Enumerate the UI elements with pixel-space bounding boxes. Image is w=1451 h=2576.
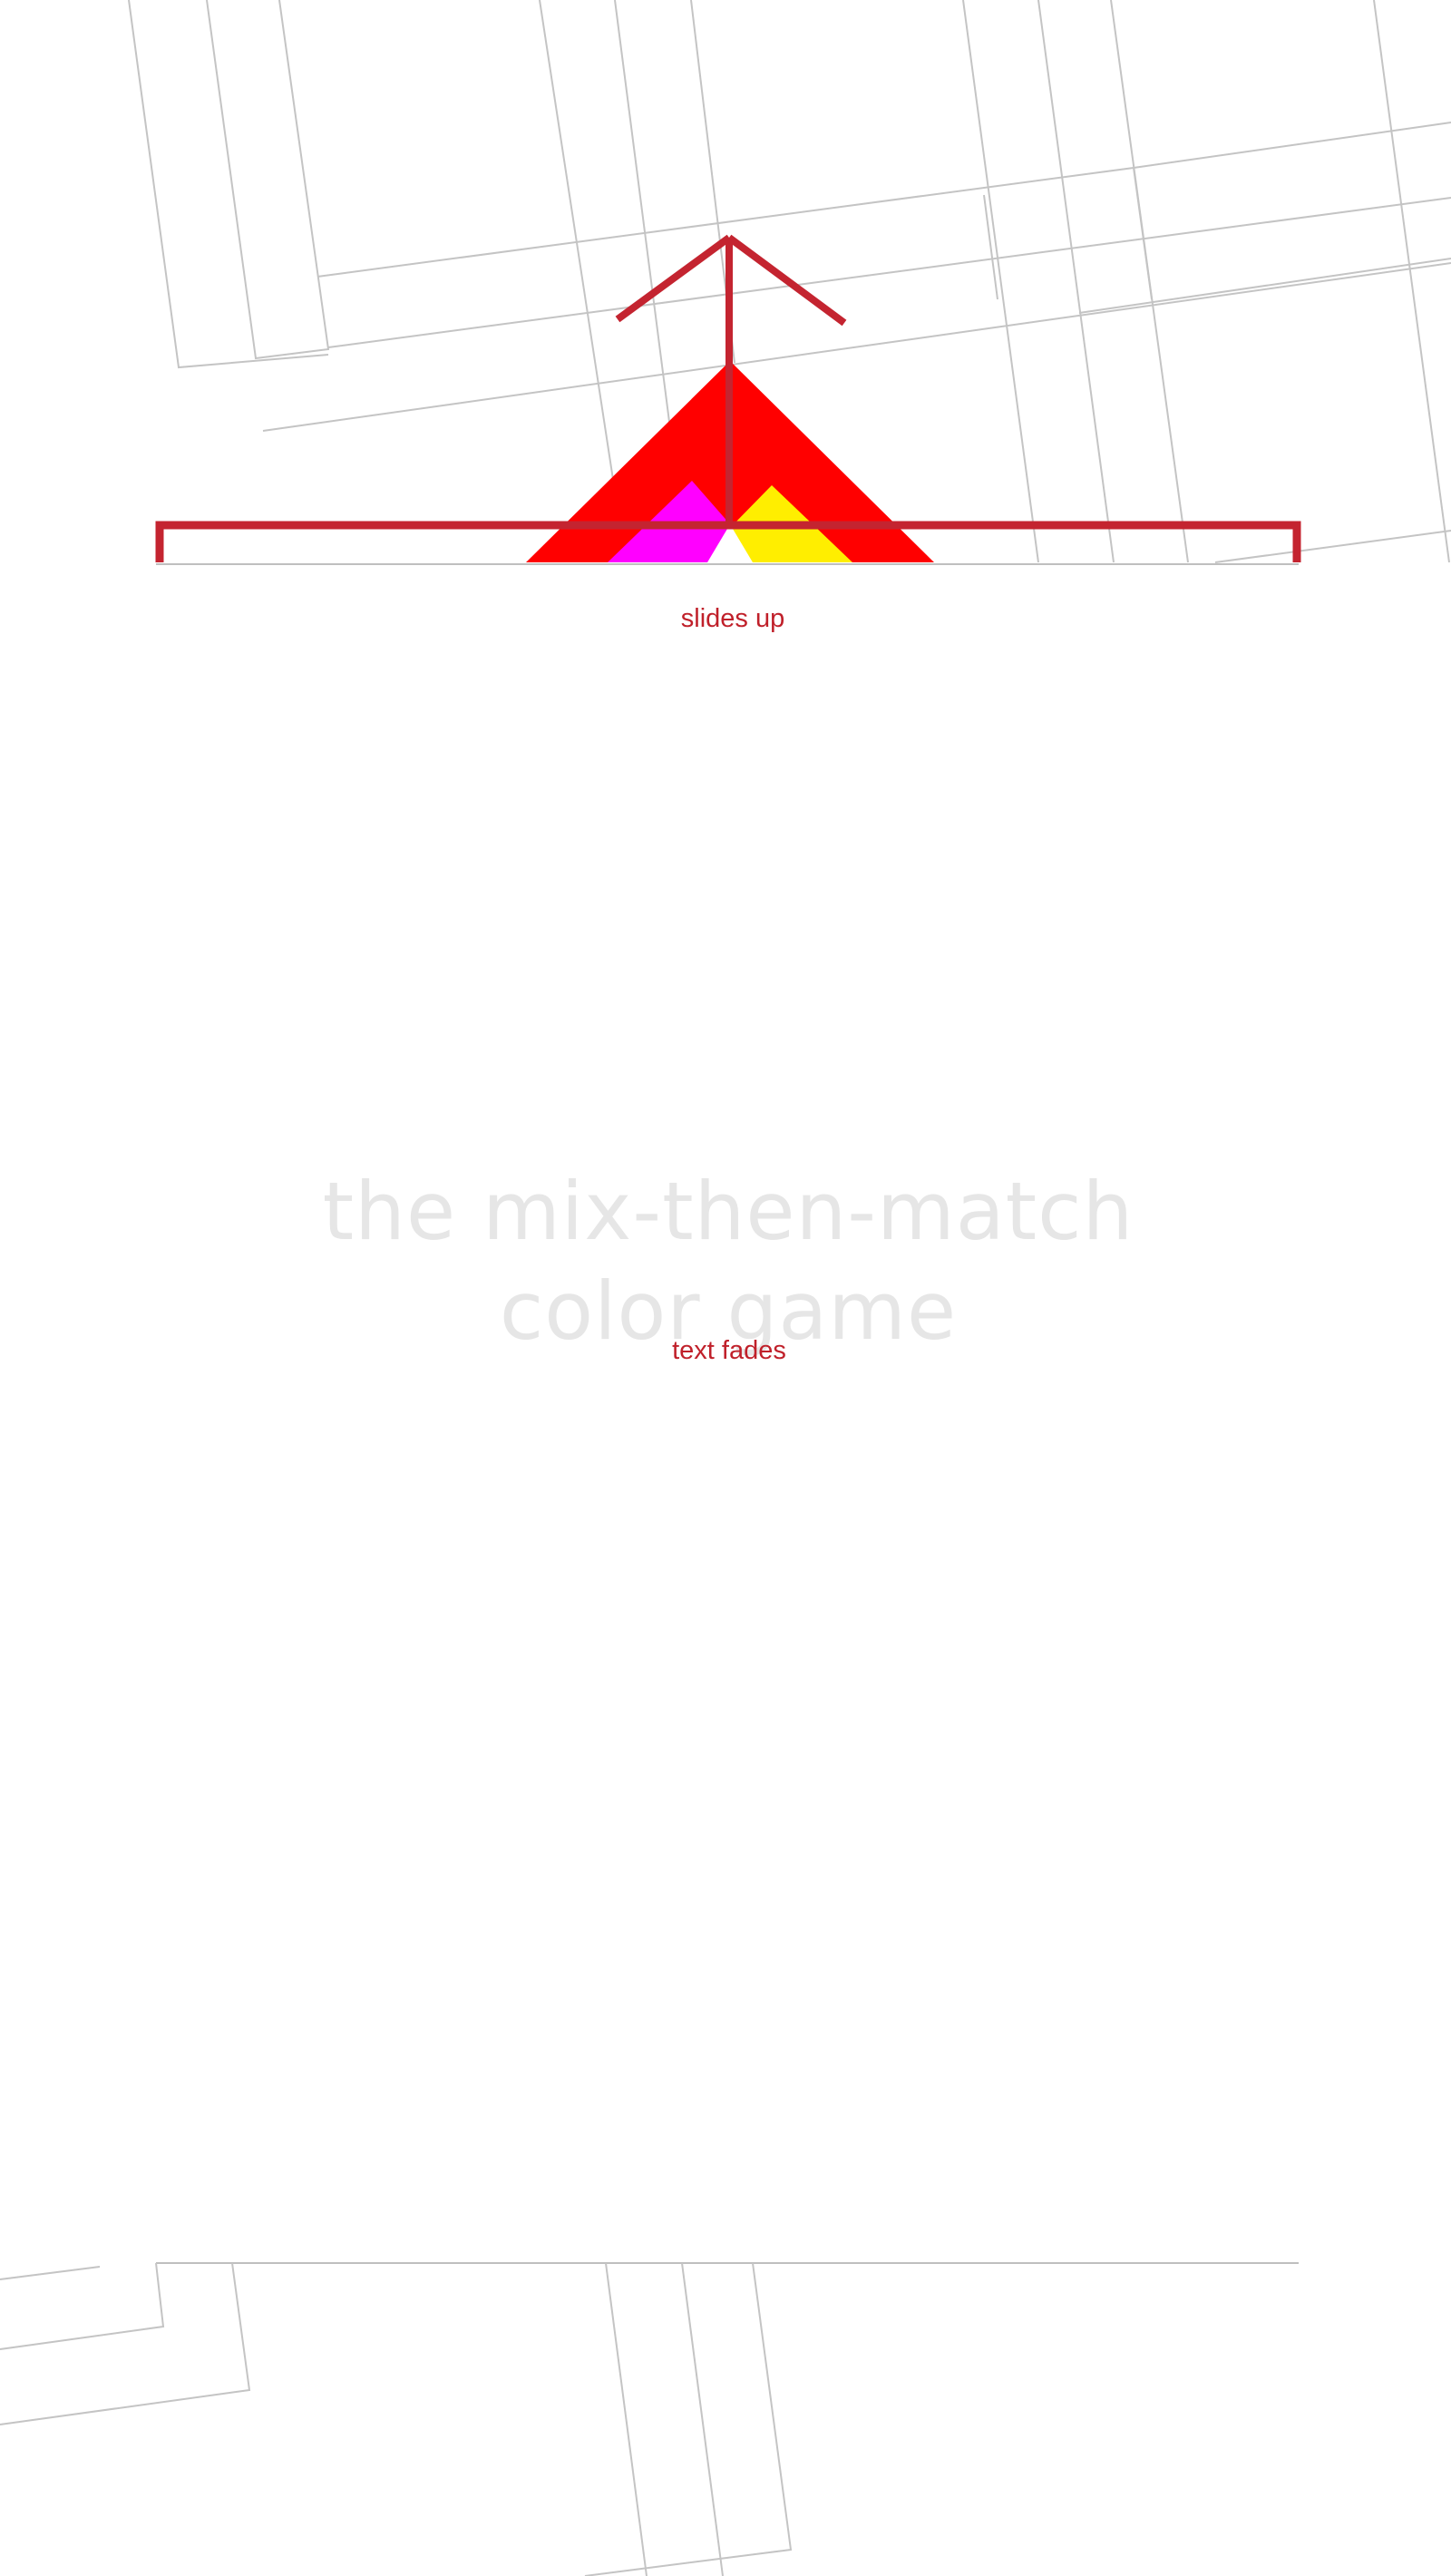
top-grid-art (0, 0, 1451, 567)
bottom-grid-art (0, 2263, 1451, 2576)
title-line-1: the mix-then-match (322, 1164, 1135, 1258)
slides-up-annotation: slides up (680, 604, 785, 633)
text-fades-annotation: text fades (672, 1336, 786, 1365)
game-title: the mix-then-match color game (0, 1162, 1451, 1361)
splash-screen: slides up the mix-then-match color game … (0, 0, 1451, 2576)
grid-lines (0, 2263, 793, 2576)
